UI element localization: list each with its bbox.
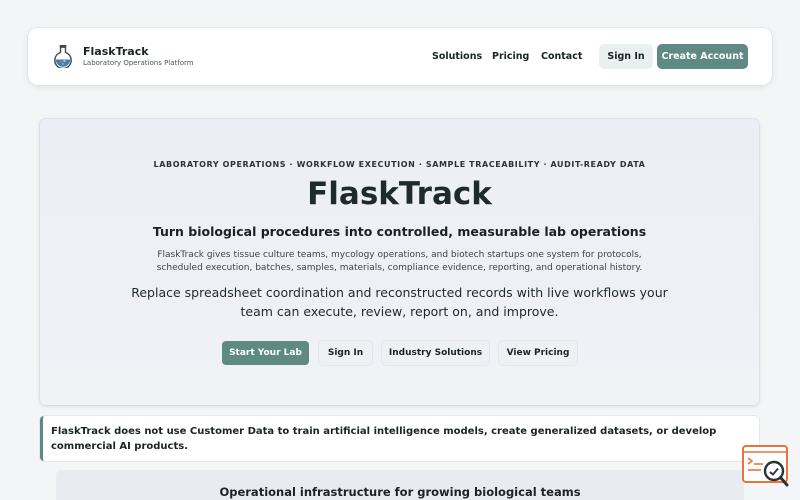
- create-account-button[interactable]: Create Account: [657, 44, 748, 69]
- hero-section: LABORATORY OPERATIONS · WORKFLOW EXECUTI…: [40, 119, 759, 405]
- hero-lead: Replace spreadsheet coordination and rec…: [131, 285, 668, 319]
- hero-title: FlaskTrack: [307, 176, 492, 212]
- start-your-lab-button[interactable]: Start Your Lab: [222, 341, 309, 365]
- brand-tagline: Laboratory Operations Platform: [83, 59, 194, 67]
- chat-search-icon[interactable]: [741, 445, 791, 489]
- industry-solutions-button[interactable]: Industry Solutions: [382, 341, 489, 365]
- nav-link-contact[interactable]: Contact: [541, 51, 582, 62]
- section-title: Operational infrastructure for growing b…: [219, 485, 581, 499]
- sign-in-button[interactable]: Sign In: [599, 44, 653, 69]
- hero-sign-in-button[interactable]: Sign In: [319, 341, 372, 365]
- infrastructure-section: Operational infrastructure for growing b…: [56, 470, 744, 500]
- brand-name[interactable]: FlaskTrack: [83, 45, 149, 58]
- hero-eyebrow: LABORATORY OPERATIONS · WORKFLOW EXECUTI…: [153, 160, 646, 169]
- site-header: FlaskTrack Laboratory Operations Platfor…: [28, 28, 772, 85]
- nav-link-solutions[interactable]: Solutions: [432, 51, 482, 62]
- notice-text: FlaskTrack does not use Customer Data to…: [51, 426, 717, 452]
- hero-subtitle: Turn biological procedures into controll…: [152, 224, 647, 239]
- hero-description: FlaskTrack gives tissue culture teams, m…: [156, 250, 643, 273]
- data-policy-notice: FlaskTrack does not use Customer Data to…: [40, 416, 759, 461]
- view-pricing-button[interactable]: View Pricing: [499, 341, 577, 365]
- flask-icon[interactable]: [52, 44, 74, 68]
- nav-link-pricing[interactable]: Pricing: [492, 51, 529, 62]
